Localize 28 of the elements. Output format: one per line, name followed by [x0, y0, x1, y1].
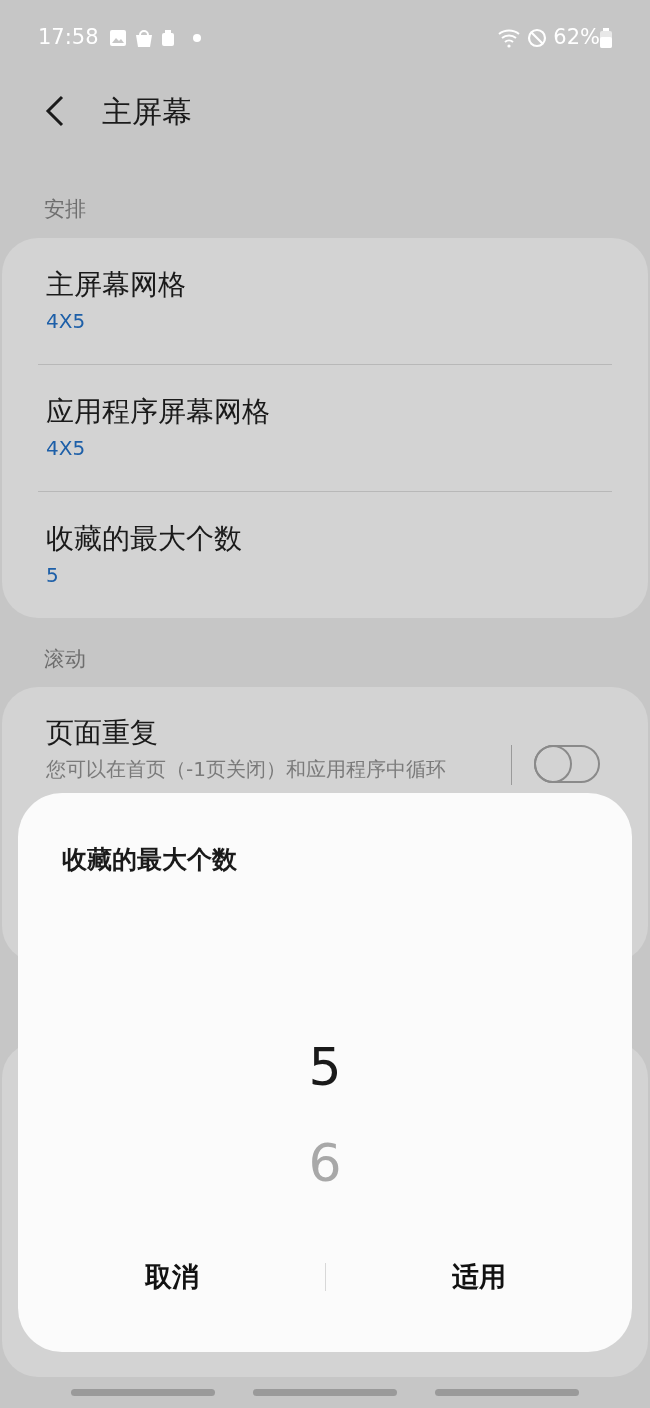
- section-header: 安排: [43, 196, 87, 223]
- nav-bar-handle[interactable]: [71, 1389, 215, 1396]
- setting-title: 主屏幕网格: [46, 266, 187, 303]
- dialog-title: 收藏的最大个数: [61, 844, 238, 876]
- nav-bar-handle[interactable]: [435, 1389, 579, 1396]
- toggle-switch[interactable]: [534, 745, 600, 783]
- blocked-icon: [527, 28, 548, 48]
- setting-value: 4X5: [46, 434, 87, 462]
- bag-icon: [134, 28, 153, 48]
- nav-bar-handle[interactable]: [253, 1389, 397, 1396]
- dialog-button[interactable]: 适用: [440, 1248, 518, 1306]
- setting-title: 页面重复: [46, 715, 159, 751]
- bag-icon: [160, 30, 175, 46]
- status-time: 17:58: [38, 24, 99, 52]
- setting-value: 5: [46, 561, 60, 589]
- section-header: 滚动: [43, 645, 87, 673]
- setting-description: 您可以在首页（-1页关闭）和应用程序中循环: [46, 756, 447, 783]
- battery-icon: [600, 28, 612, 48]
- dot-icon: [192, 34, 201, 42]
- dialog-button[interactable]: 取消: [132, 1248, 211, 1306]
- page-title: 主屏幕: [102, 92, 192, 131]
- battery-percent: 62%: [553, 24, 600, 52]
- setting-title: 应用程序屏幕网格: [46, 393, 271, 430]
- picker-option[interactable]: 5: [308, 1034, 342, 1100]
- setting-value: 4X5: [46, 307, 87, 335]
- back-icon[interactable]: [44, 95, 66, 127]
- setting-title: 收藏的最大个数: [46, 520, 243, 557]
- image-icon: [108, 29, 127, 47]
